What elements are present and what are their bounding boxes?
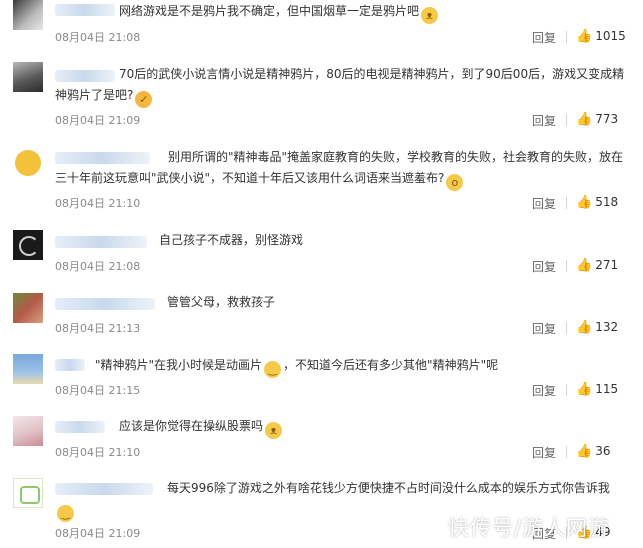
reply-button[interactable]: 回复: [532, 112, 556, 129]
thumbs-up-icon: 👍: [576, 382, 593, 397]
reply-button[interactable]: 回复: [532, 195, 556, 212]
comment-text: 应该是你觉得在操纵股票吗 ᴥ: [55, 416, 627, 439]
like-count: 773: [595, 112, 619, 126]
thumbs-up-icon: 👍: [576, 320, 593, 335]
divider: [566, 114, 567, 126]
comment-date: 08月04日 21:08: [55, 260, 141, 273]
shocked-emoji-icon: o: [446, 174, 464, 191]
watermark: 快传号/游人网游: [448, 516, 611, 540]
user-avatar[interactable]: [13, 230, 43, 260]
comment-text: 70后的武侠小说言情小说是精神鸦片，80后的电视是精神鸦片，到了90后00后，游…: [55, 67, 625, 108]
divider: [566, 260, 567, 272]
comment-date: 08月04日 21:08: [55, 31, 141, 44]
reply-button[interactable]: 回复: [532, 444, 556, 461]
comment-date: 08月04日 21:13: [55, 322, 141, 335]
reply-button[interactable]: 回复: [532, 320, 556, 337]
divider: [566, 197, 567, 209]
reply-button[interactable]: 回复: [532, 29, 556, 46]
divider: [566, 322, 567, 334]
like-button[interactable]: 👍 36: [576, 444, 610, 459]
like-count: 132: [595, 320, 619, 334]
comment-date: 08月04日 21:10: [55, 446, 141, 459]
thumbs-up-icon: 👍: [576, 112, 593, 127]
like-button[interactable]: 👍 271: [576, 258, 618, 273]
smile-emoji-icon: ‿: [264, 361, 282, 378]
like-button[interactable]: 👍 115: [576, 382, 618, 397]
comment-date: 08月04日 21:09: [55, 527, 141, 540]
comment-date: 08月04日 21:09: [55, 114, 141, 127]
thumbs-up-icon: 👍: [576, 29, 593, 44]
cat-emoji-icon: ᴥ: [265, 422, 283, 439]
like-count: 271: [595, 258, 619, 272]
cat-emoji-icon: ᴥ: [421, 7, 439, 24]
divider: [566, 384, 567, 396]
user-avatar[interactable]: [13, 0, 43, 30]
user-avatar[interactable]: [13, 148, 43, 178]
comment-date: 08月04日 21:15: [55, 384, 141, 397]
comment-date: 08月04日 21:10: [55, 197, 141, 210]
user-avatar[interactable]: [13, 354, 43, 384]
thumbs-up-emoji-icon: ✓: [135, 91, 153, 108]
reply-button[interactable]: 回复: [532, 382, 556, 399]
like-count: 518: [595, 195, 619, 209]
user-avatar[interactable]: [13, 416, 43, 446]
like-button[interactable]: 👍 518: [576, 195, 618, 210]
thumbs-up-icon: 👍: [576, 444, 593, 459]
comment-text: 自己孩子不成器，别怪游戏: [159, 233, 304, 247]
reply-button[interactable]: 回复: [532, 258, 556, 275]
smile-emoji-icon: ‿: [57, 505, 74, 522]
comment-text: "精神鸦片"在我小时候是动画片 ‿ ，不知道今后还有多少其他"精神鸦片"呢: [95, 358, 499, 378]
like-button[interactable]: 👍 1015: [576, 29, 626, 44]
comment-text: 网络游戏是不是鸦片我不确定，但中国烟草一定是鸦片吧 ᴥ: [55, 1, 627, 24]
user-avatar[interactable]: [13, 62, 43, 92]
like-button[interactable]: 👍 773: [576, 112, 618, 127]
like-count: 36: [595, 444, 611, 458]
user-avatar[interactable]: [13, 293, 43, 323]
like-count: 1015: [595, 29, 626, 43]
divider: [566, 31, 567, 43]
divider: [566, 446, 567, 458]
comment-text: 别用所谓的"精神毒品"掩盖家庭教育的失败，学校教育的失败，社会教育的失败，放在三…: [55, 150, 624, 191]
thumbs-up-icon: 👍: [576, 258, 593, 273]
thumbs-up-icon: 👍: [576, 195, 593, 210]
like-button[interactable]: 👍 132: [576, 320, 618, 335]
user-avatar[interactable]: [13, 478, 43, 508]
like-count: 115: [595, 382, 619, 396]
comment-text: 管管父母，救救孩子: [167, 295, 276, 309]
